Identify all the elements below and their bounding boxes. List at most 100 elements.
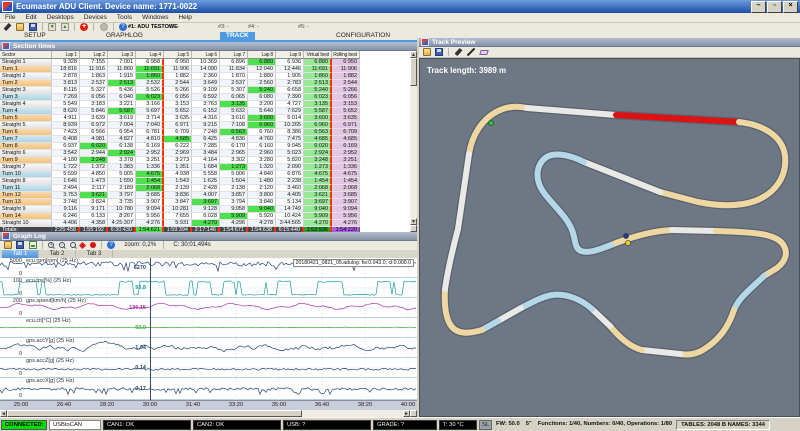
save-log-icon[interactable]: [16, 241, 24, 249]
axis-min-label: 0: [0, 311, 22, 317]
device-slot-5[interactable]: #5: -: [298, 24, 309, 30]
lap-cell: 9:128: [192, 206, 220, 213]
marker-icon[interactable]: [79, 241, 86, 248]
status-black-3: CAN2: OK: [193, 420, 281, 430]
lap-cell: 2:560: [248, 80, 276, 87]
lap-cell: 4:981: [80, 136, 108, 143]
save-track-icon[interactable]: [435, 48, 443, 56]
graph-tab-3[interactable]: Tab 3: [76, 250, 113, 258]
table-row: Turn 133:7483:8243:7353:9073:8473:6973:7…: [0, 199, 417, 206]
graph-log-title: Graph Log: [13, 233, 46, 240]
graph-scroll-thumb[interactable]: [7, 410, 302, 417]
zoom-level: zoom: 0,2%: [124, 241, 156, 250]
lap-cell: 4:405: [276, 192, 304, 199]
column-header: Lap 5: [164, 51, 192, 59]
read-device-icon[interactable]: ▼: [48, 23, 56, 31]
axis-min-label: 0: [0, 371, 22, 377]
pencil-icon[interactable]: [467, 48, 475, 56]
column-header: Lap 1: [52, 51, 80, 59]
tab-configuration[interactable]: CONFIGURATION: [330, 32, 396, 40]
scroll-corner2[interactable]: [410, 410, 417, 417]
lap-cell: 2:238: [276, 178, 304, 185]
graph-help-icon[interactable]: ?: [107, 241, 115, 249]
eraser-icon[interactable]: [479, 50, 489, 55]
track-segment: [527, 108, 616, 115]
zoom-out-icon[interactable]: -: [59, 242, 65, 248]
scroll-left-icon[interactable]: ◄: [0, 410, 7, 417]
table-scroll-thumb[interactable]: [410, 58, 417, 86]
graph-tab-1[interactable]: Tab 1: [2, 250, 39, 258]
tab-track[interactable]: TRACK: [220, 32, 255, 40]
graph-tab-2[interactable]: Tab 2: [39, 250, 76, 258]
scroll-right-icon[interactable]: ►: [403, 410, 410, 417]
tool-icon[interactable]: [4, 23, 12, 31]
lap-cell: 5:909: [220, 213, 248, 220]
lap-cell: 6:160: [248, 143, 276, 150]
time-tick-label: 30:00: [143, 402, 158, 408]
track-segment: [672, 230, 716, 231]
lap-cell: 1:646: [52, 178, 80, 185]
lap-cell: 1:550: [108, 178, 136, 185]
minimize-button[interactable]: –: [751, 1, 766, 13]
tab-setup[interactable]: SETUP: [18, 32, 52, 40]
track-segment: [616, 115, 739, 122]
signal-name: gps.accZ[g] (25 Hz): [26, 358, 74, 364]
menu-item-devices[interactable]: Devices: [79, 14, 112, 21]
lap-cell: 2:952: [136, 150, 164, 157]
lap-cell: 3:685: [136, 192, 164, 199]
menu-item-edit[interactable]: Edit: [20, 14, 41, 21]
restore-button[interactable]: ▫: [767, 1, 782, 13]
lap-cell: 2:944: [80, 150, 108, 157]
cursor-value: -0,17: [102, 386, 146, 392]
lap-cell: 2:090: [276, 164, 304, 171]
menu-item-file[interactable]: File: [0, 14, 20, 21]
settings-icon[interactable]: [100, 23, 108, 31]
open-icon[interactable]: [16, 23, 24, 31]
add-device-icon[interactable]: +: [80, 23, 88, 31]
open-track-icon[interactable]: [423, 48, 431, 56]
sector-label: Turn 7: [0, 136, 52, 143]
zoom-fit-icon[interactable]: [70, 242, 76, 248]
lap-cell: 7:001: [108, 59, 136, 66]
graph-area[interactable]: ecu.rpm[rpm] (25 Hz)50000627020180421_08…: [0, 258, 417, 400]
column-header: Lap 3: [108, 51, 136, 59]
menu-item-tools[interactable]: Tools: [112, 14, 137, 21]
lap-cell: 2:513: [108, 80, 136, 87]
zoom-in-icon[interactable]: +: [48, 242, 54, 248]
menu-item-windows[interactable]: Windows: [137, 14, 173, 21]
tab-graphlog[interactable]: GRAPHLOG: [100, 32, 149, 40]
cursor-line[interactable]: [150, 258, 151, 400]
rolling-best-cell: 6:971: [332, 122, 360, 129]
open-log-icon[interactable]: [4, 241, 12, 249]
track-map[interactable]: Track length: 3989 m: [419, 58, 800, 417]
lap-cell: 1:722: [52, 164, 80, 171]
lap-cell: 1:870: [220, 73, 248, 80]
lap-cell: 1:860: [136, 73, 164, 80]
table-row: Straight 22:8781:8631:9151:8601:8822:360…: [0, 73, 417, 80]
lap-cell: 1:915: [108, 73, 136, 80]
lap-cell: 11:916: [80, 66, 108, 73]
close-button[interactable]: ×: [783, 1, 798, 13]
status-bar: CONNECTED:USBtoCANCAN1: OKCAN2: OKUSB: ?…: [0, 417, 800, 431]
device-slot-2[interactable]: #2: -: [168, 24, 179, 30]
sector-label: Straight 9: [0, 206, 52, 213]
help-icon[interactable]: ?: [119, 23, 127, 31]
device-slot-4[interactable]: #4: -: [248, 24, 259, 30]
scroll-up-icon[interactable]: ▲: [410, 51, 417, 58]
save-icon[interactable]: [29, 23, 37, 31]
lap-cell: 3:748: [52, 199, 80, 206]
menu-item-desktops[interactable]: Desktops: [42, 14, 79, 21]
scroll-down-icon[interactable]: ▼: [410, 218, 417, 225]
track-tool-icon[interactable]: [455, 48, 463, 56]
record-icon[interactable]: [90, 242, 96, 248]
menu-item-help[interactable]: Help: [173, 14, 196, 21]
device-slot-3[interactable]: #3: -: [218, 24, 229, 30]
sector-label: Straight 10: [0, 220, 52, 227]
export-icon[interactable]: [29, 241, 37, 249]
lap-cell: 12:040: [248, 66, 276, 73]
virtual-best-cell: 6:563: [304, 129, 332, 136]
virtual-best-cell: 9:040: [304, 206, 332, 213]
axis-min-label: 0: [0, 393, 22, 399]
scroll-corner[interactable]: [410, 225, 417, 232]
write-device-icon[interactable]: ▲: [61, 23, 69, 31]
